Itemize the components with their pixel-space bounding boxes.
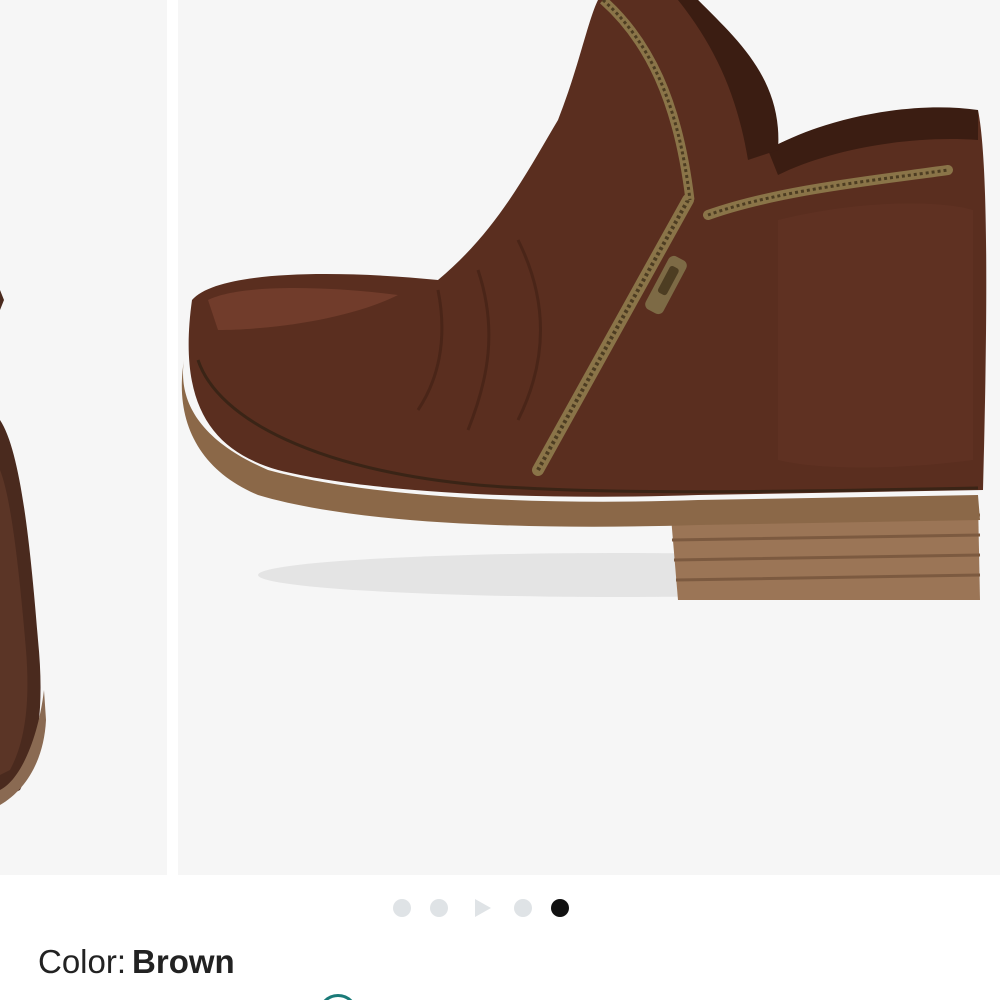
video-play-icon[interactable] <box>475 899 491 917</box>
product-image-carousel[interactable] <box>0 0 1000 875</box>
color-swatch[interactable] <box>318 994 358 1000</box>
color-label: Color: <box>38 943 127 980</box>
current-slide-image[interactable] <box>178 0 1000 875</box>
color-value: Brown <box>132 943 235 980</box>
product-page: Color: Brown <box>0 0 1000 1000</box>
pagination-dot-2[interactable] <box>430 899 448 917</box>
pagination-dot-1[interactable] <box>393 899 411 917</box>
pagination-dot-4[interactable] <box>514 899 532 917</box>
previous-slide-image[interactable] <box>0 0 167 875</box>
boot-side-image <box>178 0 1000 875</box>
pagination-dot-5-active[interactable] <box>551 899 569 917</box>
boot-front-image <box>0 0 167 875</box>
selected-color: Color: Brown <box>38 940 235 984</box>
carousel-pagination <box>0 895 1000 921</box>
